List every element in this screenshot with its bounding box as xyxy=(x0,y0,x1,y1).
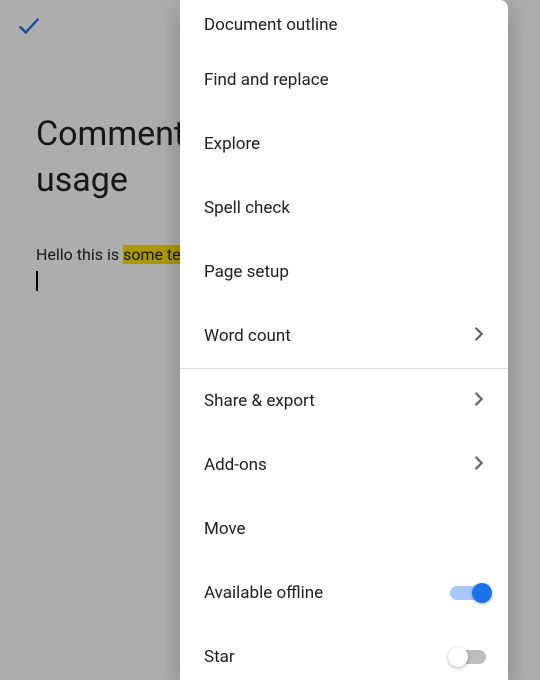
menu-item-addons[interactable]: Add-ons xyxy=(180,433,508,497)
menu-item-explore[interactable]: Explore xyxy=(180,112,508,176)
menu-item-label: Star xyxy=(204,647,235,667)
menu-item-document-outline[interactable]: Document outline xyxy=(180,0,508,48)
overflow-menu-panel: Document outline Find and replace Explor… xyxy=(180,0,508,680)
menu-item-label: Find and replace xyxy=(204,70,329,90)
menu-item-label: Move xyxy=(204,519,246,539)
menu-item-spell-check[interactable]: Spell check xyxy=(180,176,508,240)
toggle-available-offline[interactable] xyxy=(450,581,490,605)
menu-item-label: Word count xyxy=(204,326,291,346)
menu-item-available-offline[interactable]: Available offline xyxy=(180,561,508,625)
toggle-thumb xyxy=(472,583,492,603)
chevron-right-icon xyxy=(468,323,490,350)
menu-item-label: Spell check xyxy=(204,198,290,218)
menu-item-find-replace[interactable]: Find and replace xyxy=(180,48,508,112)
menu-item-star[interactable]: Star xyxy=(180,625,508,680)
menu-item-label: Document outline xyxy=(204,15,338,35)
menu-item-label: Page setup xyxy=(204,262,289,282)
menu-item-word-count[interactable]: Word count xyxy=(180,304,508,368)
menu-item-page-setup[interactable]: Page setup xyxy=(180,240,508,304)
toggle-star[interactable] xyxy=(450,645,490,669)
menu-item-label: Add-ons xyxy=(204,455,267,475)
toggle-thumb xyxy=(448,647,468,667)
chevron-right-icon xyxy=(468,388,490,415)
menu-item-move[interactable]: Move xyxy=(180,497,508,561)
menu-item-label: Available offline xyxy=(204,583,323,603)
menu-item-label: Explore xyxy=(204,134,260,154)
menu-item-label: Share & export xyxy=(204,391,315,411)
menu-item-share-export[interactable]: Share & export xyxy=(180,369,508,433)
chevron-right-icon xyxy=(468,452,490,479)
